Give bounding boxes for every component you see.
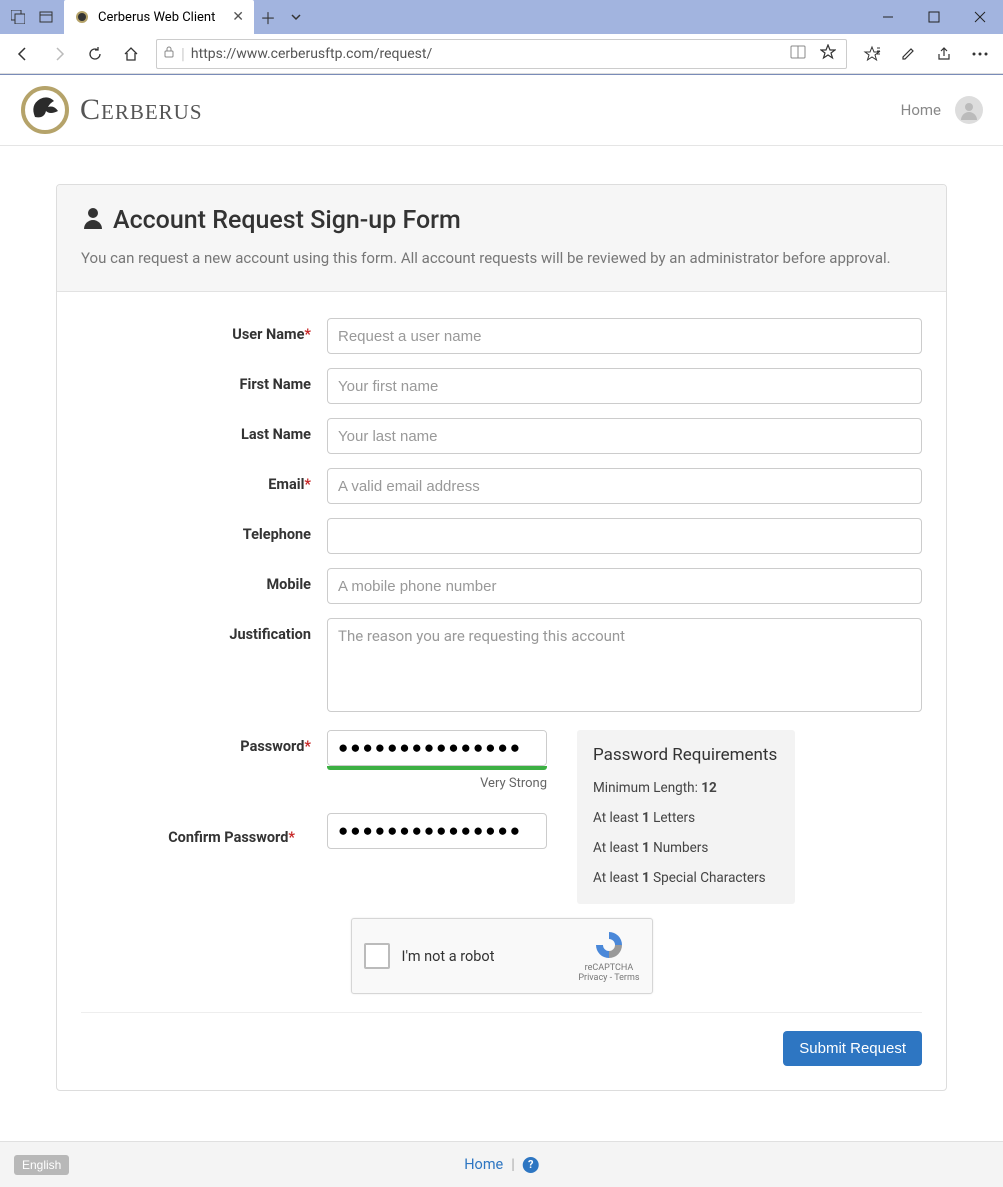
signup-panel: Account Request Sign-up Form You can req… (56, 184, 947, 1091)
recaptcha-checkbox[interactable] (364, 943, 390, 969)
person-icon (81, 205, 105, 236)
form-area: User Name* First Name Last Name Email* T… (57, 292, 946, 1090)
divider (81, 1012, 922, 1013)
firstname-label: First Name (81, 368, 327, 393)
mobile-label: Mobile (81, 568, 327, 593)
main-content: Account Request Sign-up Form You can req… (0, 146, 1003, 1111)
password-label: Password* (81, 730, 327, 755)
lastname-label: Last Name (81, 418, 327, 443)
tab-title: Cerberus Web Client (98, 10, 215, 25)
requirements-title: Password Requirements (593, 744, 779, 766)
header-home-link[interactable]: Home (901, 101, 941, 119)
cerberus-logo-icon (20, 85, 70, 135)
recaptcha-badge: reCAPTCHA Privacy - Terms (578, 929, 639, 983)
footer-center: Home | ? (464, 1156, 539, 1173)
show-tabs-icon[interactable] (32, 3, 60, 31)
home-button[interactable] (114, 37, 148, 71)
password-input-wrap (327, 730, 547, 766)
confirm-password-label: Confirm Password* (65, 821, 311, 846)
page-description: You can request a new account using this… (81, 248, 922, 269)
help-icon[interactable]: ? (523, 1157, 539, 1173)
reading-view-icon[interactable] (786, 44, 810, 63)
favorite-icon[interactable] (816, 44, 840, 64)
close-window-button[interactable] (957, 0, 1003, 34)
panel-heading: Account Request Sign-up Form You can req… (57, 185, 946, 292)
justification-label: Justification (81, 618, 327, 643)
browser-titlebar: Cerberus Web Client ✕ ＋ | https://www.ce… (0, 0, 1003, 75)
confirm-password-input[interactable] (327, 813, 547, 849)
tab-dropdown-icon[interactable] (282, 11, 310, 23)
username-input[interactable] (327, 318, 922, 354)
submit-request-button[interactable]: Submit Request (783, 1031, 922, 1066)
forward-button[interactable] (42, 37, 76, 71)
justification-input[interactable] (327, 618, 922, 712)
lock-icon (163, 46, 175, 61)
site-footer: English Home | ? (0, 1141, 1003, 1187)
page-title: Account Request Sign-up Form (81, 205, 922, 236)
new-tab-button[interactable]: ＋ (254, 5, 282, 29)
minimize-button[interactable] (865, 0, 911, 34)
browser-tab[interactable]: Cerberus Web Client ✕ (64, 0, 254, 34)
window-controls (865, 0, 1003, 34)
favorites-list-icon[interactable] (855, 37, 889, 71)
url-text: https://www.cerberusftp.com/request/ (191, 46, 780, 62)
req-numbers: At least 1 Numbers (593, 840, 779, 856)
notes-icon[interactable] (891, 37, 925, 71)
close-tab-icon[interactable]: ✕ (230, 9, 246, 25)
address-bar[interactable]: | https://www.cerberusftp.com/request/ (156, 39, 847, 69)
username-label: User Name* (81, 318, 327, 343)
maximize-button[interactable] (911, 0, 957, 34)
tab-strip: Cerberus Web Client ✕ ＋ (0, 0, 1003, 34)
password-input[interactable] (328, 731, 547, 765)
brand-name: Cerberus (80, 93, 203, 127)
user-avatar-icon[interactable] (955, 96, 983, 124)
telephone-input[interactable] (327, 518, 922, 554)
back-button[interactable] (6, 37, 40, 71)
email-label: Email* (81, 468, 327, 493)
more-icon[interactable] (963, 37, 997, 71)
site-header: Cerberus Home (0, 75, 1003, 146)
favicon-icon (74, 9, 90, 25)
recaptcha-label: I'm not a robot (402, 948, 567, 965)
email-input[interactable] (327, 468, 922, 504)
brand-logo[interactable]: Cerberus (20, 85, 203, 135)
lastname-input[interactable] (327, 418, 922, 454)
password-requirements-box: Password Requirements Minimum Length: 12… (577, 730, 795, 904)
refresh-button[interactable] (78, 37, 112, 71)
req-min-length: Minimum Length: 12 (593, 780, 779, 796)
password-strength-bar (327, 766, 547, 770)
browser-toolbar: | https://www.cerberusftp.com/request/ (0, 34, 1003, 74)
recaptcha-widget[interactable]: I'm not a robot reCAPTCHA Privacy - Term… (351, 918, 653, 994)
telephone-label: Telephone (81, 518, 327, 543)
mobile-input[interactable] (327, 568, 922, 604)
password-strength-label: Very Strong (327, 776, 547, 791)
share-icon[interactable] (927, 37, 961, 71)
req-letters: At least 1 Letters (593, 810, 779, 826)
footer-home-link[interactable]: Home (464, 1156, 503, 1173)
language-button[interactable]: English (14, 1155, 69, 1175)
req-special: At least 1 Special Characters (593, 870, 779, 886)
firstname-input[interactable] (327, 368, 922, 404)
tabs-aside-icon[interactable] (4, 3, 32, 31)
